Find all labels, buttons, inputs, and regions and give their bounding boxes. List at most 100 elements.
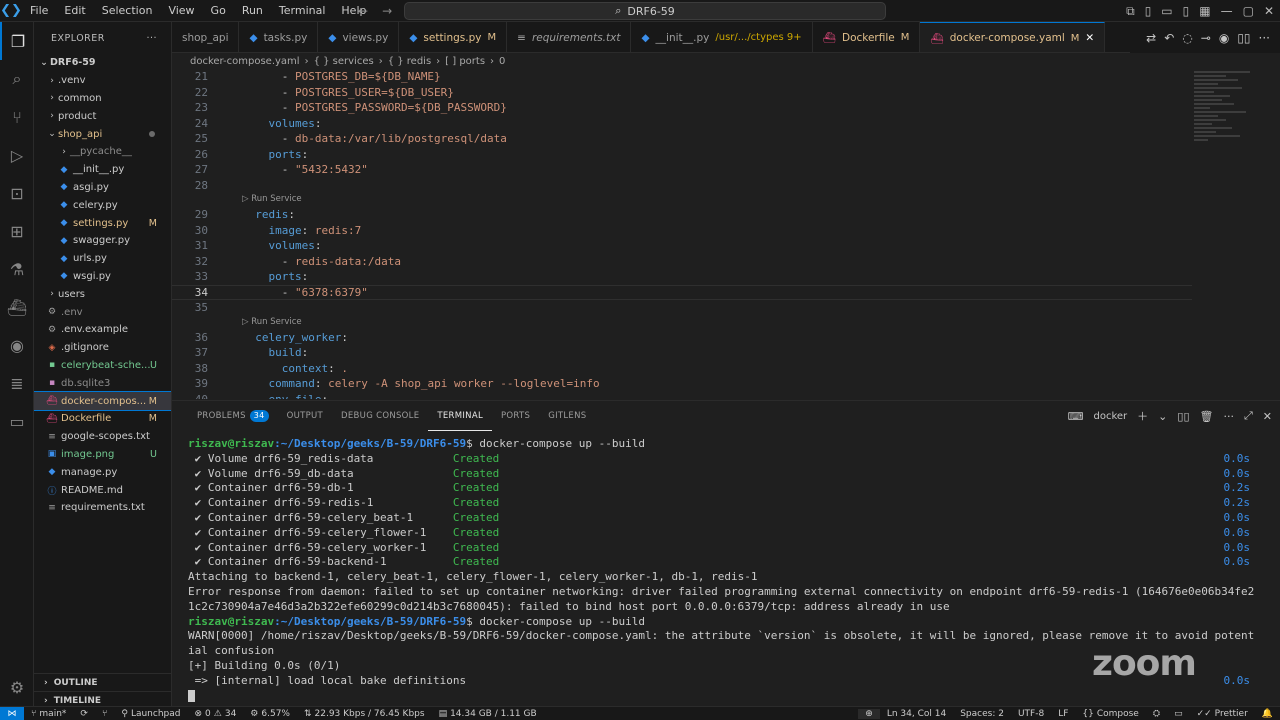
remote-explorer-icon[interactable]: ⊡ bbox=[0, 174, 34, 212]
menu-item-run[interactable]: Run bbox=[234, 0, 271, 22]
code-line[interactable]: 21 - POSTGRES_DB=${DB_NAME} bbox=[172, 69, 1192, 85]
close-tab-icon[interactable]: ✕ bbox=[1085, 32, 1094, 44]
more-terminal-icon[interactable]: ··· bbox=[1223, 410, 1234, 423]
launchpad[interactable]: ⚲ Launchpad bbox=[114, 709, 187, 719]
source-control-icon[interactable]: ⑂ bbox=[0, 98, 34, 136]
language-mode[interactable]: {} Compose bbox=[1075, 709, 1145, 719]
outline-section[interactable]: › OUTLINE bbox=[34, 673, 171, 691]
minimize-icon[interactable]: — bbox=[1221, 4, 1233, 18]
back-arrow-icon[interactable]: ← bbox=[358, 4, 368, 18]
more-actions-icon[interactable]: ··· bbox=[146, 33, 157, 44]
tab-views-py[interactable]: ◆ views.py bbox=[318, 22, 400, 52]
code-editor[interactable]: 21 - POSTGRES_DB=${DB_NAME} 22 - POSTGRES… bbox=[172, 69, 1280, 399]
sync-icon[interactable]: ⟳ bbox=[73, 709, 95, 719]
remote-monitor-icon[interactable]: ▭ bbox=[0, 402, 34, 440]
menu-item-edit[interactable]: Edit bbox=[56, 0, 93, 22]
zoom-icon[interactable]: ⊕ bbox=[858, 709, 880, 719]
remote-indicator-icon[interactable]: ⋈ bbox=[0, 707, 24, 720]
menu-item-selection[interactable]: Selection bbox=[94, 0, 161, 22]
code-line[interactable]: 22 - POSTGRES_USER=${DB_USER} bbox=[172, 85, 1192, 101]
tree-item[interactable]: ≡ google-scopes.txt bbox=[34, 428, 171, 446]
tree-item[interactable]: ◈ .gitignore bbox=[34, 339, 171, 357]
tree-item[interactable]: ⓘ README.md bbox=[34, 481, 171, 499]
copilot-icon[interactable]: ⧉ bbox=[1126, 4, 1135, 19]
settings-gear-icon[interactable]: ⚙ bbox=[0, 668, 34, 706]
tree-item[interactable]: ⚙ .env bbox=[34, 303, 171, 321]
tab--init-py[interactable]: ◆ __init__.py/usr/.../ctypes 9+ bbox=[631, 22, 813, 52]
prettier-status[interactable]: ✓✓ Prettier bbox=[1190, 709, 1255, 719]
terminal-name[interactable]: docker bbox=[1094, 411, 1128, 422]
explorer-icon[interactable]: ❐ bbox=[0, 22, 34, 60]
codelens-run-service[interactable]: ▷ Run Service bbox=[242, 317, 302, 329]
indentation[interactable]: Spaces: 2 bbox=[953, 709, 1011, 719]
panel-tab-output[interactable]: OUTPUT bbox=[278, 401, 332, 431]
open-changes-icon[interactable]: ◌ bbox=[1182, 31, 1192, 45]
code-line[interactable]: 34 - "6378:6379" bbox=[172, 284, 1192, 300]
tab-shop-api[interactable]: shop_api bbox=[172, 22, 240, 52]
testing-icon[interactable]: ⚗ bbox=[0, 250, 34, 288]
code-line[interactable]: 24 volumes: bbox=[172, 116, 1192, 132]
code-line[interactable]: 35 bbox=[172, 300, 1192, 316]
tree-item[interactable]: ▪ db.sqlite3 bbox=[34, 374, 171, 392]
tab-requirements-txt[interactable]: ≡ requirements.txt bbox=[507, 22, 632, 52]
layout-panel-icon[interactable]: ▭ bbox=[1161, 4, 1172, 18]
tree-item[interactable]: › product bbox=[34, 107, 171, 125]
tree-item[interactable]: ⛴ docker-compos... M bbox=[34, 391, 171, 411]
code-line[interactable]: 28 bbox=[172, 178, 1192, 194]
search-view-icon[interactable]: ⌕ bbox=[0, 60, 34, 98]
command-center[interactable]: ⌕ DRF6-59 bbox=[404, 2, 886, 20]
maximize-panel-icon[interactable]: ⤢ bbox=[1244, 409, 1253, 423]
encoding[interactable]: UTF-8 bbox=[1011, 709, 1051, 719]
split-terminal-icon[interactable]: ▯▯ bbox=[1177, 410, 1189, 423]
forward-arrow-icon[interactable]: → bbox=[382, 4, 392, 18]
tree-item[interactable]: ◆ __init__.py bbox=[34, 161, 171, 179]
tree-item[interactable]: ◆ asgi.py bbox=[34, 179, 171, 197]
tab-settings-py[interactable]: ◆ settings.py M bbox=[399, 22, 508, 52]
tree-item[interactable]: › common bbox=[34, 90, 171, 108]
menu-item-file[interactable]: File bbox=[22, 0, 56, 22]
layout-sidebar-icon[interactable]: ▯ bbox=[1145, 4, 1152, 18]
problems-counter[interactable]: ⊗ 0 ⚠ 34 bbox=[187, 709, 243, 719]
code-line[interactable]: 36 celery_worker: bbox=[172, 330, 1192, 346]
close-panel-icon[interactable]: ✕ bbox=[1263, 410, 1272, 423]
trash-icon[interactable]: 🗑 bbox=[1200, 410, 1214, 423]
menu-item-view[interactable]: View bbox=[160, 0, 202, 22]
menu-item-go[interactable]: Go bbox=[203, 0, 234, 22]
tab-dockerfile[interactable]: ⛴ Dockerfile M bbox=[813, 22, 921, 52]
breadcrumb-item[interactable]: { } redis bbox=[388, 56, 431, 67]
tree-item[interactable]: ⛴ Dockerfile M bbox=[34, 410, 171, 428]
tree-item[interactable]: ◆ wsgi.py bbox=[34, 268, 171, 286]
panel-tab-debug-console[interactable]: DEBUG CONSOLE bbox=[332, 401, 428, 431]
new-terminal-icon[interactable]: ＋ bbox=[1137, 408, 1148, 424]
minimap[interactable] bbox=[1194, 69, 1274, 179]
code-line[interactable]: 38 context: . bbox=[172, 361, 1192, 377]
timeline-back-icon[interactable]: ↶ bbox=[1164, 31, 1174, 45]
go-live-icon[interactable]: ▭ bbox=[1167, 709, 1190, 719]
tree-item[interactable]: ◆ settings.py M bbox=[34, 214, 171, 232]
tree-item[interactable]: ◆ swagger.py bbox=[34, 232, 171, 250]
panel-tab-gitlens[interactable]: GITLENS bbox=[539, 401, 595, 431]
workspace-root[interactable]: ⌄ DRF6-59 bbox=[34, 54, 171, 72]
tree-item[interactable]: ◆ manage.py bbox=[34, 463, 171, 481]
tree-item[interactable]: ≡ requirements.txt bbox=[34, 499, 171, 517]
gitlens-inspect-icon[interactable]: ◉ bbox=[1219, 31, 1229, 45]
tree-item[interactable]: ▣ image.png U bbox=[34, 446, 171, 464]
git-graph-icon[interactable]: ⑂ bbox=[95, 709, 114, 719]
maximize-icon[interactable]: ▢ bbox=[1243, 4, 1254, 18]
gitlens-icon[interactable]: ◉ bbox=[0, 326, 34, 364]
panel-tab-ports[interactable]: PORTS bbox=[492, 401, 539, 431]
tree-item[interactable]: ◆ urls.py bbox=[34, 250, 171, 268]
codelens-run-service[interactable]: ▷ Run Service bbox=[242, 194, 302, 206]
database-icon[interactable]: ≣ bbox=[0, 364, 34, 402]
breadcrumb-item[interactable]: { } services bbox=[314, 56, 374, 67]
code-line[interactable]: 37 build: bbox=[172, 345, 1192, 361]
code-line[interactable]: 29 redis: bbox=[172, 207, 1192, 223]
chevron-down-icon[interactable]: ⌄ bbox=[1158, 410, 1167, 423]
close-window-icon[interactable]: ✕ bbox=[1264, 4, 1274, 18]
extensions-icon[interactable]: ⊞ bbox=[0, 212, 34, 250]
copilot-status-icon[interactable]: ⛭ bbox=[1146, 709, 1167, 719]
breadcrumb-item[interactable]: [ ] ports bbox=[445, 56, 485, 67]
layout-secondary-icon[interactable]: ▯ bbox=[1183, 4, 1190, 18]
panel-tab-problems[interactable]: PROBLEMS 34 bbox=[188, 401, 278, 431]
code-line[interactable]: 32 - redis-data:/data bbox=[172, 254, 1192, 270]
